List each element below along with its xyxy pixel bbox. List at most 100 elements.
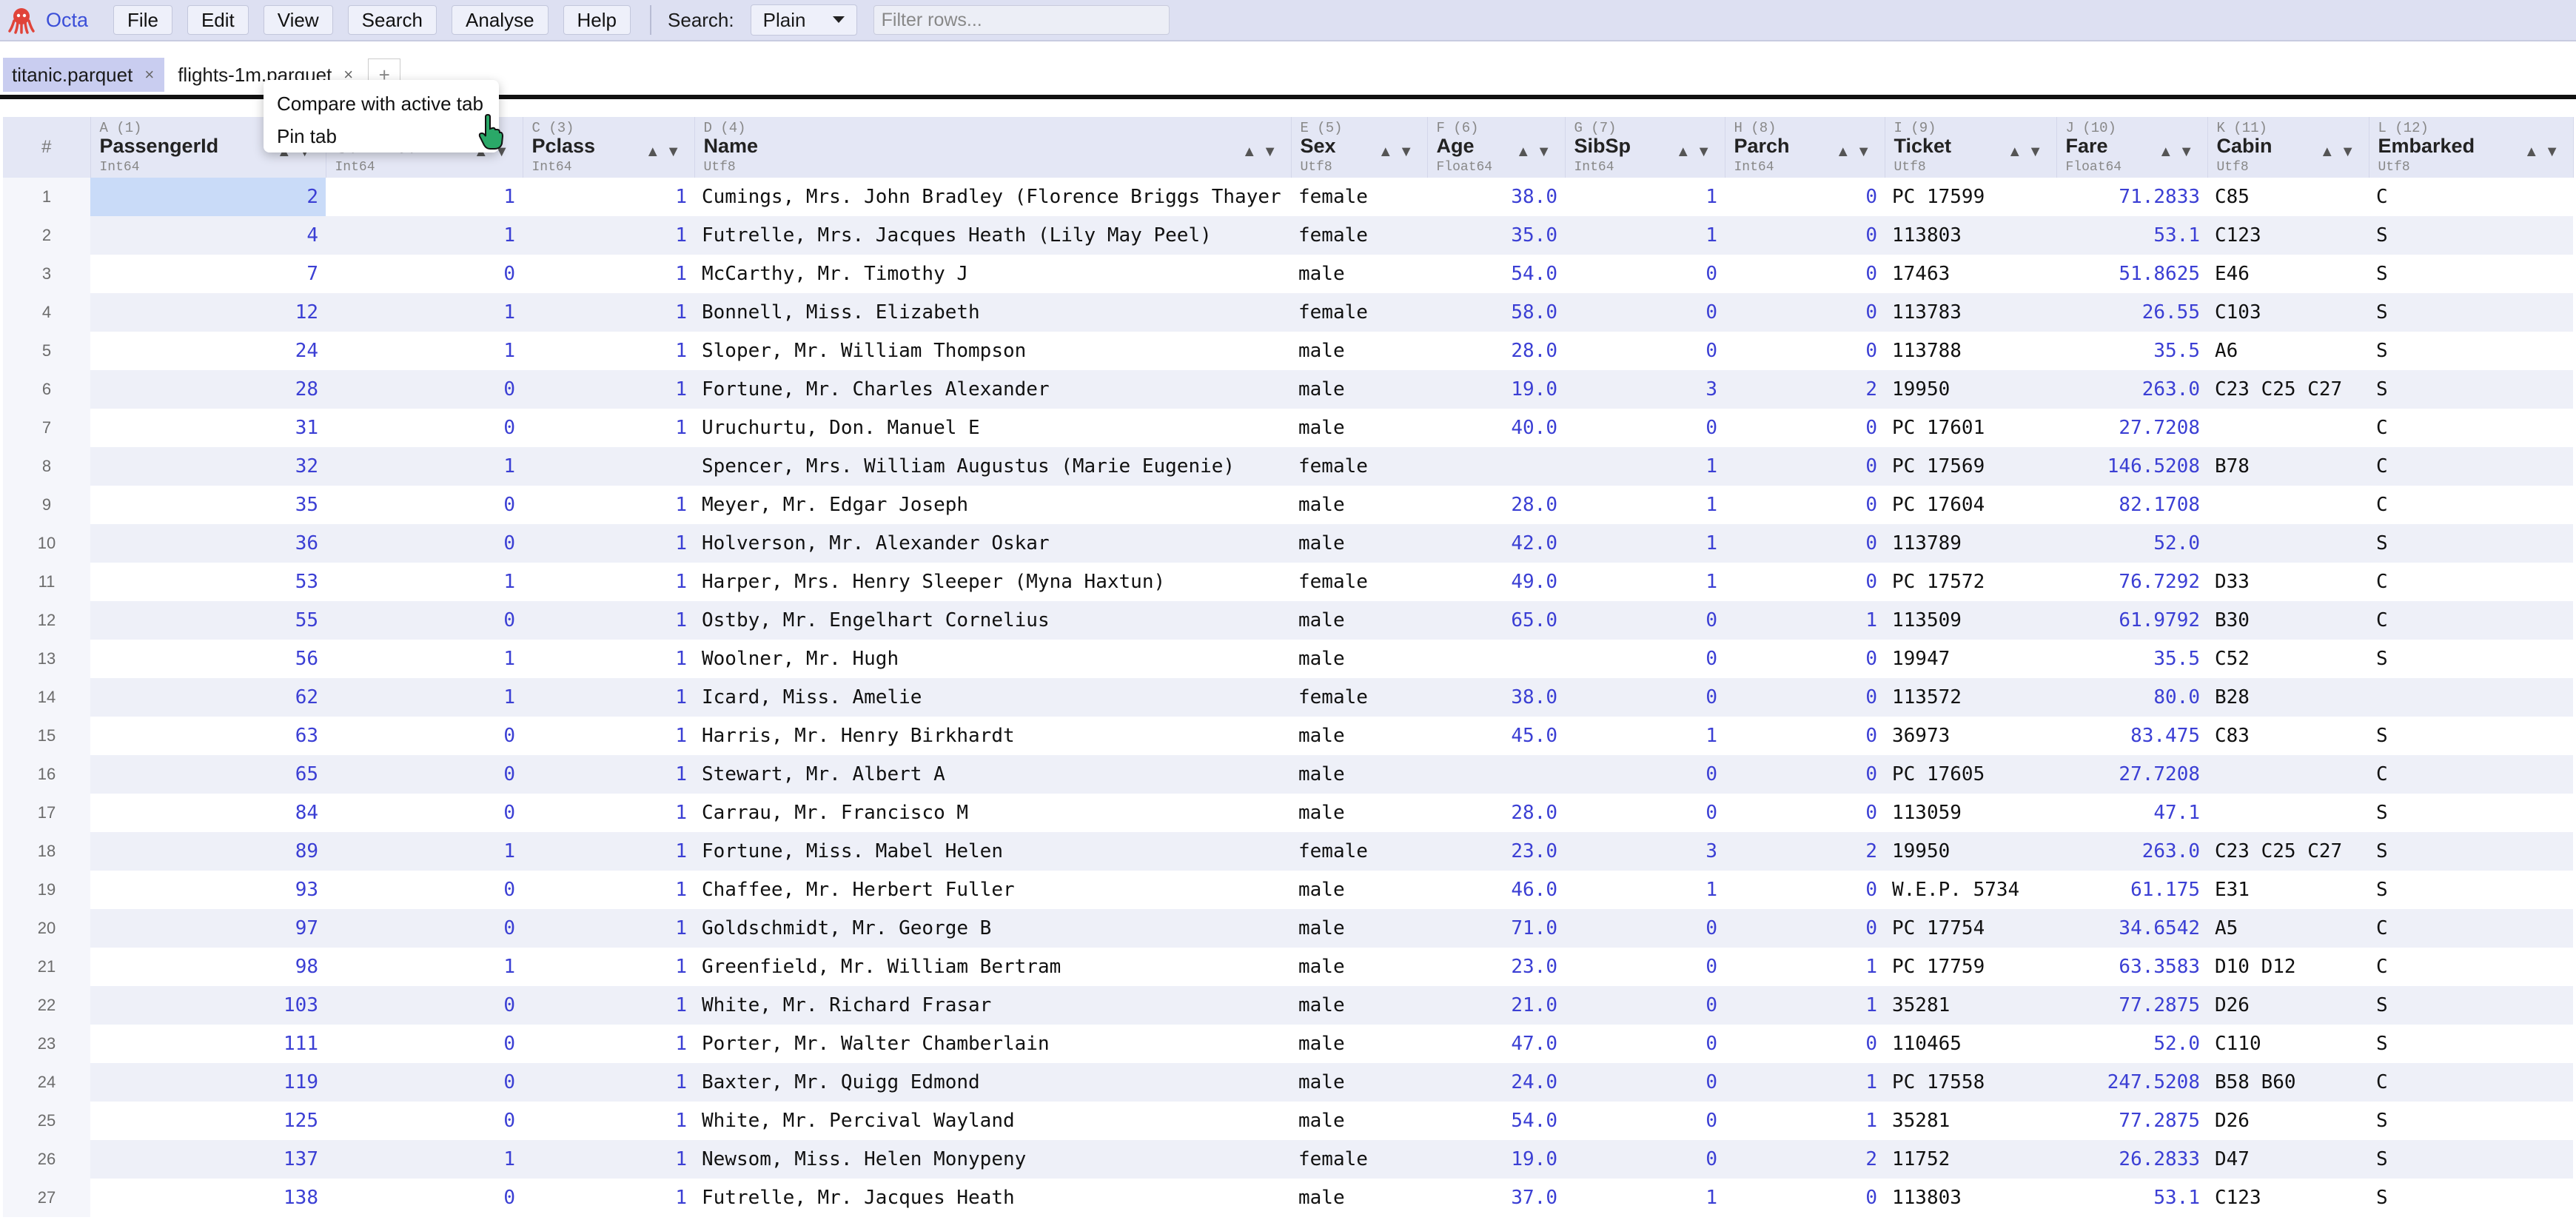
cell-passengerid[interactable]: 98 <box>90 948 326 986</box>
cell-age[interactable]: 28.0 <box>1427 794 1565 832</box>
cell-embarked[interactable]: C <box>2369 409 2573 447</box>
cell-parch[interactable]: 0 <box>1725 178 1885 216</box>
table-row[interactable]: 22 103 0 1 White, Mr. Richard Frasar male 21.0… <box>3 986 2573 1025</box>
cell-passengerid[interactable]: 32 <box>90 447 326 486</box>
cell-cabin[interactable]: C23 C25 C27 <box>2207 370 2369 409</box>
cell-sex[interactable]: male <box>1291 255 1427 293</box>
pin-tab-item[interactable]: Pin tab <box>277 120 486 152</box>
cell-fare[interactable]: 47.1 <box>2056 794 2207 832</box>
table-row[interactable]: 6 28 0 1 Fortune, Mr. Charles Alexander male 1… <box>3 370 2573 409</box>
cell-passengerid[interactable]: 103 <box>90 986 326 1025</box>
cell-pclass[interactable]: 1 <box>523 178 694 216</box>
cell-sibsp[interactable]: 1 <box>1565 447 1725 486</box>
cell-cabin[interactable]: C103 <box>2207 293 2369 332</box>
cell-name[interactable]: Newsom, Miss. Helen Monypeny <box>694 1140 1291 1179</box>
table-row[interactable]: 13 56 1 1 Woolner, Mr. Hugh male 0 0 19947 35.5 C5… <box>3 640 2573 678</box>
cell-age[interactable]: 35.0 <box>1427 216 1565 255</box>
cell-passengerid[interactable]: 4 <box>90 216 326 255</box>
cell-sex[interactable]: male <box>1291 524 1427 563</box>
cell-sibsp[interactable]: 1 <box>1565 1179 1725 1217</box>
cell-fare[interactable]: 35.5 <box>2056 332 2207 370</box>
cell-passengerid[interactable]: 53 <box>90 563 326 601</box>
cell-ticket[interactable]: 17463 <box>1885 255 2056 293</box>
cell-age[interactable]: 19.0 <box>1427 1140 1565 1179</box>
cell-cabin[interactable]: C83 <box>2207 717 2369 755</box>
cell-name[interactable]: Carrau, Mr. Francisco M <box>694 794 1291 832</box>
cell-name[interactable]: Spencer, Mrs. William Augustus (Marie Eu… <box>694 447 1291 486</box>
cell-fare[interactable]: 80.0 <box>2056 678 2207 717</box>
cell-parch[interactable]: 0 <box>1725 717 1885 755</box>
cell-passengerid[interactable]: 137 <box>90 1140 326 1179</box>
table-row[interactable]: 12 55 0 1 Ostby, Mr. Engelhart Cornelius male… <box>3 601 2573 640</box>
cell-survived[interactable]: 0 <box>326 986 523 1025</box>
cell-ticket[interactable]: PC 17572 <box>1885 563 2056 601</box>
column-header-sex[interactable]: E (5) Sex Utf8 ▲▼ <box>1291 117 1428 178</box>
cell-survived[interactable]: 0 <box>326 409 523 447</box>
cell-survived[interactable]: 1 <box>326 948 523 986</box>
cell-fare[interactable]: 27.7208 <box>2056 409 2207 447</box>
table-row[interactable]: 4 12 1 1 Bonnell, Miss. Elizabeth female 58.0 0… <box>3 293 2573 332</box>
cell-pclass[interactable]: 1 <box>523 563 694 601</box>
table-row[interactable]: 14 62 1 1 Icard, Miss. Amelie female 38.0 0 0 113… <box>3 678 2573 717</box>
cell-name[interactable]: Harper, Mrs. Henry Sleeper (Myna Haxtun) <box>694 563 1291 601</box>
cell-name[interactable]: Baxter, Mr. Quigg Edmond <box>694 1063 1291 1102</box>
cell-fare[interactable]: 53.1 <box>2056 1179 2207 1217</box>
cell-name[interactable]: Stewart, Mr. Albert A <box>694 755 1291 794</box>
sort-arrows-icon[interactable]: ▲▼ <box>2159 144 2200 161</box>
cell-passengerid[interactable]: 138 <box>90 1179 326 1217</box>
cell-fare[interactable]: 26.2833 <box>2056 1140 2207 1179</box>
column-header-name[interactable]: D (4) Name Utf8 ▲▼ <box>694 117 1292 178</box>
cell-parch[interactable]: 0 <box>1725 794 1885 832</box>
cell-embarked[interactable]: C <box>2369 948 2573 986</box>
cell-age[interactable]: 42.0 <box>1427 524 1565 563</box>
cell-sex[interactable]: male <box>1291 909 1427 948</box>
table-row[interactable]: 2 4 1 1 Futrelle, Mrs. Jacques Heath (Lily M… <box>3 216 2573 255</box>
cell-cabin[interactable]: D10 D12 <box>2207 948 2369 986</box>
cell-parch[interactable]: 0 <box>1725 332 1885 370</box>
cell-cabin[interactable]: E46 <box>2207 255 2369 293</box>
cell-fare[interactable]: 52.0 <box>2056 1025 2207 1063</box>
cell-cabin[interactable]: C52 <box>2207 640 2369 678</box>
cell-embarked[interactable]: S <box>2369 332 2573 370</box>
cell-pclass[interactable]: 1 <box>523 293 694 332</box>
cell-name[interactable]: Goldschmidt, Mr. George B <box>694 909 1291 948</box>
cell-ticket[interactable]: PC 17605 <box>1885 755 2056 794</box>
cell-cabin[interactable]: A6 <box>2207 332 2369 370</box>
cell-embarked[interactable]: S <box>2369 524 2573 563</box>
cell-name[interactable]: Meyer, Mr. Edgar Joseph <box>694 486 1291 524</box>
table-row[interactable]: 1 2 1 1 Cumings, Mrs. John Bradley (Florence… <box>3 178 2573 216</box>
cell-cabin[interactable]: D47 <box>2207 1140 2369 1179</box>
cell-name[interactable]: Icard, Miss. Amelie <box>694 678 1291 717</box>
cell-parch[interactable]: 1 <box>1725 986 1885 1025</box>
menu-view[interactable]: View <box>263 5 333 35</box>
cell-survived[interactable]: 0 <box>326 1102 523 1140</box>
cell-sibsp[interactable]: 1 <box>1565 216 1725 255</box>
cell-ticket[interactable]: PC 17754 <box>1885 909 2056 948</box>
cell-survived[interactable]: 0 <box>326 755 523 794</box>
cell-passengerid[interactable]: 35 <box>90 486 326 524</box>
cell-embarked[interactable]: C <box>2369 486 2573 524</box>
cell-name[interactable]: Cumings, Mrs. John Bradley (Florence Bri… <box>694 178 1291 216</box>
cell-pclass[interactable] <box>523 447 694 486</box>
cell-sibsp[interactable]: 0 <box>1565 293 1725 332</box>
cell-ticket[interactable]: 113783 <box>1885 293 2056 332</box>
cell-name[interactable]: White, Mr. Richard Frasar <box>694 986 1291 1025</box>
menu-analyse[interactable]: Analyse <box>452 5 549 35</box>
cell-cabin[interactable]: D26 <box>2207 986 2369 1025</box>
cell-survived[interactable]: 0 <box>326 601 523 640</box>
cell-sex[interactable]: male <box>1291 986 1427 1025</box>
cell-sibsp[interactable]: 0 <box>1565 1140 1725 1179</box>
cell-embarked[interactable]: S <box>2369 871 2573 909</box>
cell-sex[interactable]: female <box>1291 1140 1427 1179</box>
cell-survived[interactable]: 1 <box>326 563 523 601</box>
cell-passengerid[interactable]: 28 <box>90 370 326 409</box>
cell-passengerid[interactable]: 55 <box>90 601 326 640</box>
cell-embarked[interactable]: S <box>2369 986 2573 1025</box>
table-row[interactable]: 16 65 0 1 Stewart, Mr. Albert Amale 0 0 PC 1760… <box>3 755 2573 794</box>
cell-cabin[interactable] <box>2207 524 2369 563</box>
cell-sibsp[interactable]: 3 <box>1565 832 1725 871</box>
cell-embarked[interactable]: C <box>2369 178 2573 216</box>
cell-embarked[interactable]: C <box>2369 909 2573 948</box>
cell-embarked[interactable]: S <box>2369 1102 2573 1140</box>
menu-help[interactable]: Help <box>563 5 631 35</box>
